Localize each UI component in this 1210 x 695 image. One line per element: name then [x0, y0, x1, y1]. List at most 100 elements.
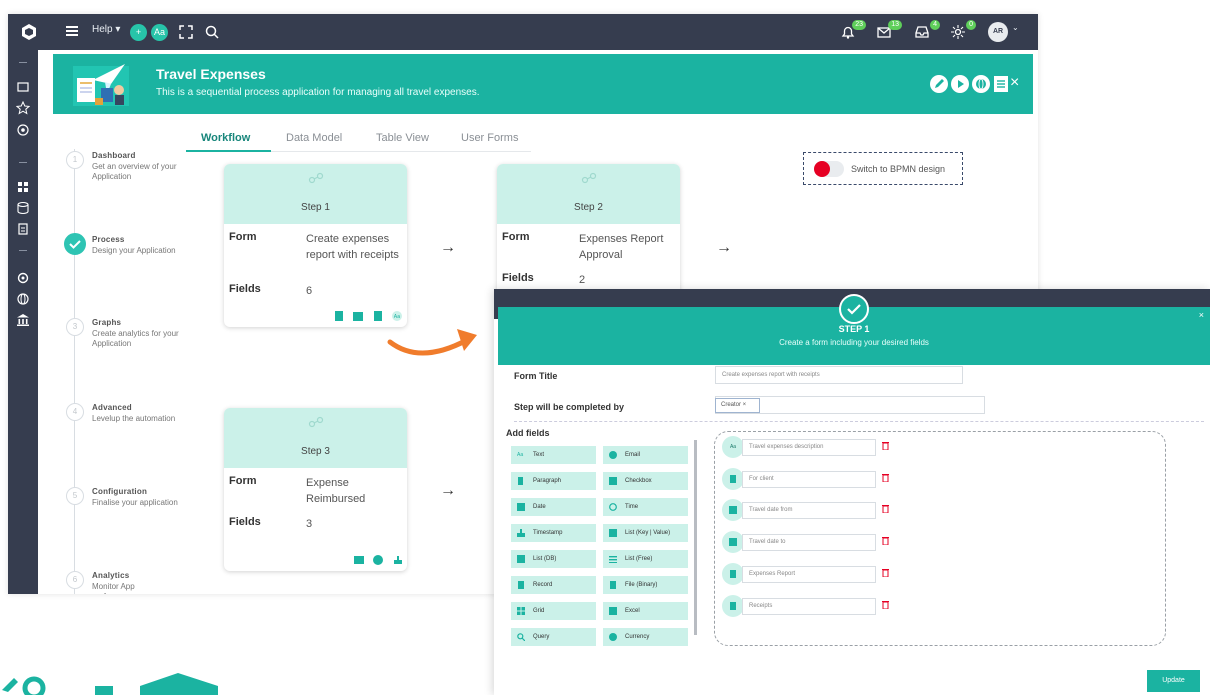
field-type-list-free[interactable]: List (Free) [603, 550, 688, 568]
fullscreen-icon[interactable] [178, 24, 194, 40]
field-name-input[interactable]: For client [742, 471, 876, 488]
field-name-input[interactable]: Travel date from [742, 502, 876, 519]
field-name-input[interactable]: Expenses Report [742, 566, 876, 583]
step-title: Analytics [92, 571, 130, 580]
menu-icon[interactable] [66, 25, 78, 37]
edit-app-button[interactable] [930, 75, 948, 93]
grid-icon[interactable] [16, 180, 30, 194]
creator-tag[interactable]: Creator × [715, 398, 760, 413]
field-type-text[interactable]: Aa Text [511, 446, 596, 464]
field-type-list-db[interactable]: List (DB) [511, 550, 596, 568]
card-form-value: Expense Reimbursed [306, 477, 366, 505]
user-avatar[interactable]: AR [988, 22, 1008, 42]
modal-close-button[interactable]: × [1199, 310, 1204, 320]
tab-table-view[interactable]: Table View [376, 132, 429, 144]
record-icon [722, 468, 744, 490]
bpmn-switch[interactable]: Switch to BPMN design [803, 152, 963, 185]
play-icon [958, 80, 964, 88]
font-button[interactable]: Aa [151, 24, 168, 41]
avatar-chevron-icon[interactable]: ⌄ [1012, 23, 1019, 32]
notification-mail[interactable]: 13 [876, 20, 902, 42]
tab-user-forms[interactable]: User Forms [461, 132, 518, 144]
brand-logo-art [2, 673, 218, 695]
grid-icon [517, 607, 525, 615]
trash-icon[interactable] [882, 473, 889, 482]
tab-data-model[interactable]: Data Model [286, 132, 342, 144]
target-icon[interactable] [16, 123, 30, 137]
field-name-input[interactable]: Travel date to [742, 534, 876, 551]
card-fields-value: 3 [306, 518, 313, 530]
field-name-input[interactable]: Receipts [742, 598, 876, 615]
bank-icon[interactable] [16, 313, 30, 327]
field-type-timestamp[interactable]: Timestamp [511, 524, 596, 542]
add-button[interactable]: + [130, 24, 147, 41]
flow-arrow: → [440, 239, 456, 256]
step-description: Monitor App performance [92, 582, 137, 594]
record-icon [518, 581, 524, 589]
folder-icon[interactable] [16, 80, 30, 94]
workflow-step-card[interactable]: Step 2 Form Expenses Report Approval Fie… [497, 164, 680, 304]
field-type-query[interactable]: Query [511, 628, 596, 646]
field-name-input[interactable]: Travel expenses description [742, 439, 876, 456]
star-icon[interactable] [16, 101, 30, 115]
sidebar-divider [19, 62, 27, 63]
card-fields-label: Fields [229, 283, 261, 295]
settings-icon[interactable] [16, 271, 30, 285]
text-icon: Aa [517, 452, 524, 458]
form-title-input[interactable]: Create expenses report with receipts [715, 366, 963, 384]
globe-icon [976, 78, 986, 90]
field-type-record[interactable]: Record [511, 576, 596, 594]
trash-icon[interactable] [882, 568, 889, 577]
field-type-list-key-value[interactable]: List (Key | Value) [603, 524, 688, 542]
field-type-checkbox[interactable]: Checkbox [603, 472, 688, 490]
field-type-currency[interactable]: Currency [603, 628, 688, 646]
notification-activity[interactable]: 0 [950, 20, 976, 42]
activity-badge: 0 [966, 20, 976, 30]
card-header: Step 3 [224, 408, 407, 468]
field-type-label: Timestamp [533, 530, 563, 536]
workflow-step-card[interactable]: Step 3 Form Expense Reimbursed Fields 3 [224, 408, 407, 571]
update-button[interactable]: Update [1147, 670, 1200, 692]
field-type-email[interactable]: Email [603, 446, 688, 464]
field-type-excel[interactable]: Excel [603, 602, 688, 620]
search-icon[interactable] [204, 24, 220, 40]
card-form-label: Form [229, 231, 257, 243]
run-app-button[interactable] [951, 75, 969, 93]
file-icon [335, 311, 343, 321]
globe-button[interactable] [972, 75, 990, 93]
help-menu[interactable]: Help ▾ [92, 24, 120, 35]
field-type-label: Checkbox [625, 478, 652, 484]
field-list-scrollbar[interactable] [694, 440, 697, 635]
notification-inbox[interactable]: 4 [914, 20, 940, 42]
calendar-icon [722, 531, 744, 553]
field-type-grid[interactable]: Grid [511, 602, 596, 620]
field-type-paragraph[interactable]: Paragraph [511, 472, 596, 490]
tab-workflow[interactable]: Workflow [201, 132, 250, 144]
list-icon[interactable] [993, 75, 1009, 93]
card-field-icons [349, 552, 403, 565]
trash-icon[interactable] [882, 600, 889, 609]
paragraph-icon [518, 477, 523, 485]
trash-icon[interactable] [882, 441, 889, 450]
trash-icon[interactable] [882, 536, 889, 545]
modal-header: STEP 1 Create a form including your desi… [498, 294, 1210, 365]
document-icon[interactable] [16, 222, 30, 236]
field-type-label: Time [625, 504, 639, 510]
bpmn-label: Switch to BPMN design [851, 164, 946, 174]
field-type-date[interactable]: Date [511, 498, 596, 516]
field-type-time[interactable]: Time [603, 498, 688, 516]
field-type-label: Text [533, 452, 545, 458]
close-banner-button[interactable]: × [1010, 74, 1019, 92]
step-title: Advanced [92, 403, 132, 412]
globe-icon[interactable] [16, 292, 30, 306]
trash-icon[interactable] [882, 504, 889, 513]
excel-icon [609, 607, 617, 615]
workflow-step-card[interactable]: Step 1 Form Create expenses report with … [224, 164, 407, 327]
bpmn-toggle[interactable] [814, 161, 844, 177]
field-type-label: List (DB) [533, 556, 557, 562]
database-icon[interactable] [16, 201, 30, 215]
field-type-file-binary[interactable]: File (Binary) [603, 576, 688, 594]
check-icon [64, 233, 86, 255]
list-icon [609, 529, 617, 537]
notification-bell[interactable]: 23 [840, 20, 866, 42]
